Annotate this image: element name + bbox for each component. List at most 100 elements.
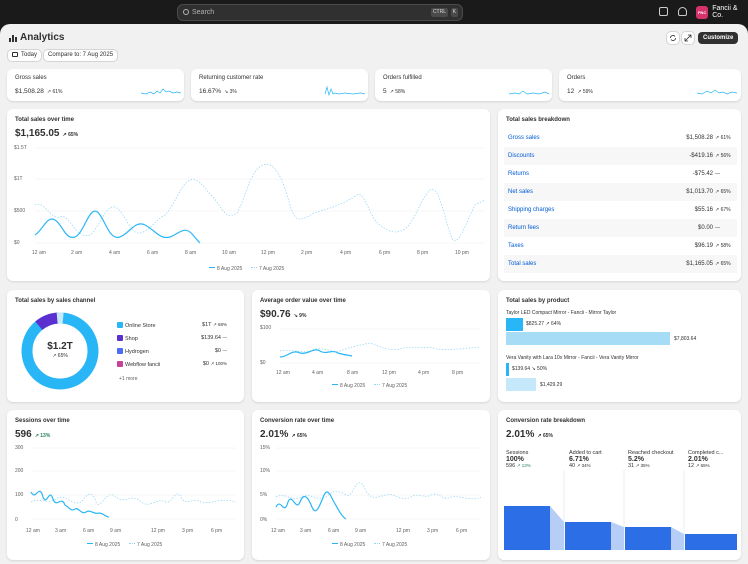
aov-chart bbox=[279, 328, 481, 364]
sessions-card: Sessions over time 596 ↗ 13% 300 200 100 … bbox=[7, 410, 244, 560]
channel-value: $0 ↗ 100% bbox=[202, 361, 227, 367]
y-tick: 200 bbox=[15, 468, 24, 474]
y-tick: 10% bbox=[260, 468, 271, 474]
kpi-card-orders[interactable]: Orders 12 ↗ 59% bbox=[559, 69, 741, 101]
more-channels-link[interactable]: +1 more bbox=[119, 376, 137, 382]
search-bar[interactable]: Search CTRL K bbox=[177, 4, 463, 21]
card-value: 2.01% ↗ 65% bbox=[260, 429, 307, 440]
kpi-value: $1,508.28 ↗ 61% bbox=[15, 88, 63, 95]
channel-value: $0 — bbox=[214, 348, 227, 354]
breakdown-row[interactable]: Gross sales $1,508.28 ↗ 61% bbox=[504, 129, 737, 147]
x-tick: 6 pm bbox=[456, 528, 468, 534]
y-tick: $500 bbox=[14, 208, 26, 214]
x-tick: 6 pm bbox=[379, 250, 391, 256]
product-bar-previous bbox=[506, 378, 536, 391]
kpi-sparkline bbox=[324, 85, 366, 97]
store-avatar: FNC bbox=[696, 5, 709, 19]
x-tick: 12 pm bbox=[382, 370, 396, 376]
funnel-stage: Added to cart 6.71% 40 ↗ 34% bbox=[569, 450, 602, 469]
legend-previous: 7 Aug 2025 bbox=[374, 542, 407, 548]
breakdown-row[interactable]: Return fees $0.00— bbox=[504, 219, 737, 237]
date-range-button[interactable]: Today bbox=[8, 50, 42, 61]
customize-button[interactable]: Customize bbox=[698, 32, 739, 44]
breakdown-row[interactable]: Discounts -$419.16 ↗ 56% bbox=[504, 147, 737, 165]
x-tick: 3 am bbox=[55, 528, 67, 534]
x-tick: 6 am bbox=[147, 250, 159, 256]
funnel-stage: Sessions 100% 596 ↗ 13% bbox=[506, 450, 531, 469]
breakdown-row[interactable]: Net sales $1,013.70 ↗ 65% bbox=[504, 183, 737, 201]
sessions-chart bbox=[30, 447, 237, 520]
kpi-sparkline bbox=[140, 88, 182, 95]
x-tick: 12 pm bbox=[396, 528, 410, 534]
x-tick: 2 pm bbox=[301, 250, 313, 256]
x-tick: 6 am bbox=[83, 528, 95, 534]
store-menu[interactable]: FNC Fancii & Co. bbox=[696, 5, 748, 19]
kpi-card-orders-fulfilled[interactable]: Orders fulfilled 5 ↗ 58% bbox=[375, 69, 552, 101]
shortcut-ctrl: CTRL bbox=[430, 8, 448, 17]
x-tick: 8 pm bbox=[452, 370, 464, 376]
x-tick: 12 am bbox=[276, 370, 290, 376]
x-tick: 3 pm bbox=[182, 528, 194, 534]
kpi-card-returning-rate[interactable]: Returning customer rate 16.67% ↘ 3% bbox=[191, 69, 368, 101]
compare-button[interactable]: Compare to: 7 Aug 2025 bbox=[44, 50, 118, 61]
total-sales-chart bbox=[34, 147, 486, 244]
analytics-icon bbox=[9, 34, 17, 42]
legend-current: 8 Aug 2025 bbox=[87, 542, 120, 548]
x-tick: 3 am bbox=[300, 528, 312, 534]
kpi-value: 12 ↗ 59% bbox=[567, 88, 593, 95]
kpi-card-gross-sales[interactable]: Gross sales $1,508.28 ↗ 61% bbox=[7, 69, 184, 101]
aov-card: Average order value over time $90.76 ↘ 9%… bbox=[252, 290, 490, 402]
card-title: Total sales by sales channel bbox=[15, 298, 96, 304]
x-tick: 4 am bbox=[109, 250, 121, 256]
conversion-chart bbox=[275, 447, 482, 520]
x-tick: 12 pm bbox=[151, 528, 165, 534]
bell-icon[interactable] bbox=[678, 7, 687, 16]
legend-current: 8 Aug 2025 bbox=[332, 542, 365, 548]
shortcut-k: K bbox=[450, 8, 458, 17]
y-tick: 100 bbox=[15, 492, 24, 498]
funnel-chart bbox=[504, 470, 737, 550]
x-tick: 4 pm bbox=[418, 370, 430, 376]
kpi-title: Orders fulfilled bbox=[383, 75, 422, 81]
channel-value: $1T ↗ 68% bbox=[202, 322, 227, 328]
x-tick: 12 pm bbox=[261, 250, 275, 256]
card-value: $90.76 ↘ 9% bbox=[260, 309, 307, 320]
store-name: Fancii & Co. bbox=[712, 5, 738, 19]
kpi-title: Orders bbox=[567, 75, 586, 81]
y-tick: 0% bbox=[260, 517, 268, 523]
y-tick: 5% bbox=[260, 492, 268, 498]
x-tick: 10 am bbox=[222, 250, 236, 256]
y-tick: $100 bbox=[260, 325, 272, 331]
breakdown-row[interactable]: Returns -$75.42— bbox=[504, 165, 737, 183]
x-tick: 12 am bbox=[32, 250, 46, 256]
kpi-sparkline bbox=[508, 90, 550, 95]
y-tick: 15% bbox=[260, 445, 271, 451]
store-icon[interactable] bbox=[659, 7, 668, 16]
product-name: Vera Vanity with Lara 10x Mirror - Fanci… bbox=[506, 355, 639, 361]
card-title: Conversion rate breakdown bbox=[506, 418, 586, 424]
breakdown-row[interactable]: Shipping charges $55.16 ↗ 67% bbox=[504, 201, 737, 219]
product-bar-current bbox=[506, 318, 523, 331]
legend-current: 8 Aug 2025 bbox=[209, 266, 242, 272]
kpi-title: Gross sales bbox=[15, 75, 47, 81]
breakdown-row[interactable]: Taxes $96.19 ↗ 58% bbox=[504, 237, 737, 255]
card-title: Total sales by product bbox=[506, 298, 570, 304]
y-tick: 300 bbox=[15, 445, 24, 451]
kpi-value: 16.67% ↘ 3% bbox=[199, 88, 237, 95]
y-tick: $1.5T bbox=[14, 145, 27, 151]
page-title: Analytics bbox=[9, 32, 64, 43]
refresh-button[interactable] bbox=[667, 32, 679, 44]
search-placeholder: Search bbox=[192, 9, 215, 16]
breakdown-row[interactable]: Total sales $1,165.05 ↗ 65% bbox=[504, 255, 737, 273]
product-bar-current bbox=[506, 363, 509, 376]
date-label: Today bbox=[21, 52, 38, 58]
card-title: Conversion rate over time bbox=[260, 418, 335, 424]
x-tick: 3 pm bbox=[427, 528, 439, 534]
card-value: $1,165.05 ↗ 65% bbox=[15, 128, 79, 139]
refresh-icon bbox=[670, 35, 676, 41]
x-tick: 12 am bbox=[26, 528, 40, 534]
funnel-stage: Completed c... 2.01% 12 ↗ 65% bbox=[688, 450, 724, 469]
x-tick: 4 pm bbox=[340, 250, 352, 256]
conversion-funnel-card: Conversion rate breakdown 2.01% ↗ 65% Ses… bbox=[498, 410, 741, 560]
fullscreen-button[interactable] bbox=[682, 32, 694, 44]
